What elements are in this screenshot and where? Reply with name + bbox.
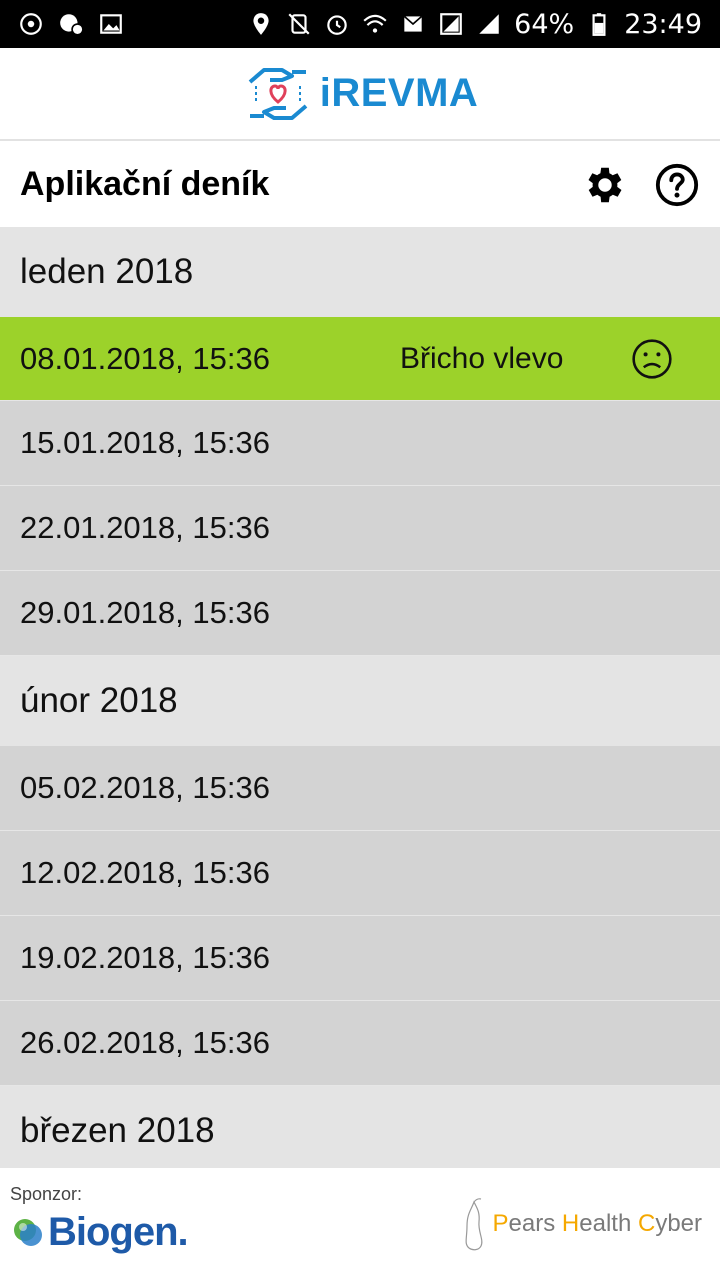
biogen-sphere-icon (14, 1218, 42, 1246)
sync-icon (20, 13, 42, 35)
entry-note: Břicho vlevo (400, 341, 564, 375)
month-header: březen 2018 (0, 1086, 720, 1176)
partner-name: Pears Health Cyber (492, 1210, 702, 1237)
diary-list[interactable]: leden 2018 08.01.2018, 15:36 Břicho vlev… (0, 227, 720, 1176)
list-item[interactable]: 08.01.2018, 15:36 Břicho vlevo (0, 317, 720, 401)
entry-datetime: 15.01.2018, 15:36 (20, 425, 270, 460)
sponsor-label: Sponzor: (10, 1184, 83, 1204)
biogen-logo: Biogen. (12, 1210, 189, 1255)
month-header: únor 2018 (0, 656, 720, 746)
signal-icon (440, 13, 463, 35)
list-item[interactable]: 19.02.2018, 15:36 (0, 916, 720, 1001)
pears-health-cyber-logo: Pears Health Cyber (461, 1196, 702, 1252)
sad-face-icon (632, 339, 672, 379)
page-title: Aplikační deník (20, 165, 270, 203)
entry-datetime: 26.02.2018, 15:36 (20, 1025, 270, 1060)
app-logo-bar: iREVMA (0, 48, 720, 141)
mute-icon (288, 13, 310, 35)
chat-alert-icon (60, 14, 84, 36)
list-item[interactable]: 26.02.2018, 15:36 (0, 1001, 720, 1086)
image-icon (100, 14, 122, 34)
hands-heart-logo-icon (248, 67, 308, 120)
status-bar: 64% 23:49 (0, 0, 720, 48)
battery-icon (592, 13, 606, 36)
clock: 23:49 (624, 8, 702, 40)
entry-datetime: 22.01.2018, 15:36 (20, 510, 270, 545)
battery-percentage: 64% (514, 8, 575, 40)
message-icon (403, 15, 423, 32)
month-header: leden 2018 (0, 227, 720, 317)
sponsor-footer: Sponzor: Biogen. Pears Health Cyber (0, 1168, 720, 1280)
list-item[interactable]: 12.02.2018, 15:36 (0, 831, 720, 916)
entry-datetime: 08.01.2018, 15:36 (20, 340, 270, 376)
sponsor-name: Biogen. (48, 1210, 189, 1254)
list-item[interactable]: 22.01.2018, 15:36 (0, 486, 720, 571)
pear-icon (465, 1198, 482, 1251)
title-bar: Aplikační deník (0, 142, 720, 227)
title-actions (582, 162, 720, 208)
signal-bars-icon (479, 14, 499, 34)
help-circle-icon[interactable] (654, 162, 700, 208)
entry-datetime: 12.02.2018, 15:36 (20, 855, 270, 890)
list-item[interactable]: 05.02.2018, 15:36 (0, 746, 720, 831)
entry-datetime: 05.02.2018, 15:36 (20, 770, 270, 805)
entry-datetime: 19.02.2018, 15:36 (20, 940, 270, 975)
list-item[interactable]: 15.01.2018, 15:36 (0, 401, 720, 486)
entry-datetime: 29.01.2018, 15:36 (20, 595, 270, 630)
wifi-icon (363, 14, 387, 33)
gear-icon[interactable] (582, 162, 628, 208)
list-item[interactable]: 29.01.2018, 15:36 (0, 571, 720, 656)
location-icon (253, 13, 269, 35)
app-name: iREVMA (319, 71, 479, 115)
alarm-icon (327, 15, 347, 35)
